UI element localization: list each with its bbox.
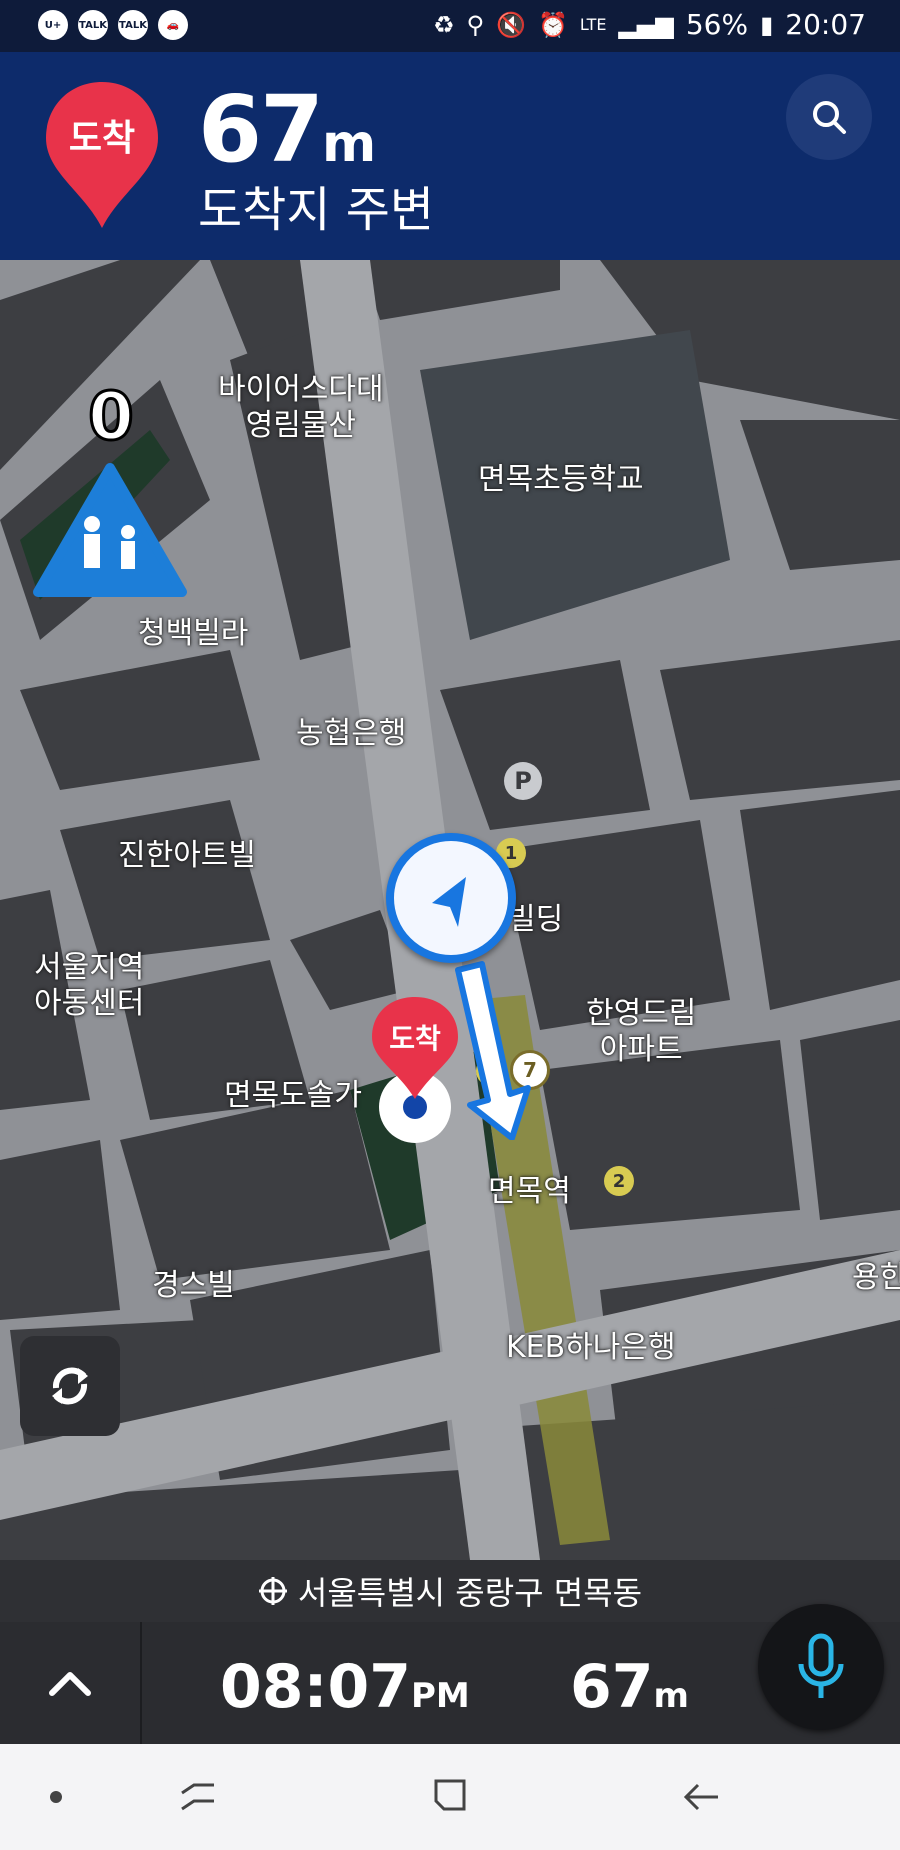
poi-label: 용한 — [852, 1260, 900, 1295]
status-right: ♻ ⚲ 🔇 ⏰ LTE ▂▄▆ 56% ▮ 20:07 — [433, 8, 866, 41]
navigation-arrow-icon — [432, 877, 466, 927]
school-zone-sign-icon — [33, 463, 187, 597]
mute-icon: 🔇 — [496, 10, 526, 39]
distance-value: 67 — [198, 76, 324, 183]
crosshair-icon — [258, 1577, 287, 1605]
eta-readout: 08:07PM — [220, 1652, 470, 1722]
remaining-value: 67 — [570, 1652, 654, 1722]
current-location-marker — [386, 833, 516, 963]
poi-label: KEB하나은행 — [506, 1330, 676, 1365]
remaining-unit: m — [653, 1676, 689, 1716]
eta-time: 08:07 — [220, 1652, 411, 1722]
poi-label: 한영드림 아파트 — [586, 996, 697, 1067]
subway-exit-badge: 2 — [604, 1166, 634, 1196]
map-view[interactable]: 0 바이어스다대 영림물산 면목초등학교 청백빌라 농협은행 진한아트빌 빌딩 서… — [0, 260, 900, 1560]
location-icon: ⚲ — [466, 10, 485, 39]
poi-label: 경스빌 — [152, 1268, 235, 1303]
poi-label: 서울지역 아동센터 — [34, 950, 145, 1021]
system-navigation-bar — [0, 1744, 900, 1850]
microphone-icon — [798, 1633, 844, 1698]
poi-label: 빌딩 — [508, 902, 564, 937]
u-plus-icon: U+ — [38, 10, 68, 40]
poi-label: 면목초등학교 — [478, 462, 644, 497]
battery-percent: 56% — [685, 8, 749, 41]
network-label: LTE — [579, 15, 607, 34]
current-address: 서울특별시 중랑구 면목동 — [297, 1574, 643, 1612]
destination-marker: 도착 — [370, 995, 460, 1145]
car-icon: 🚗 — [158, 10, 188, 40]
chevron-up-icon — [49, 1672, 91, 1696]
battery-icon: ▮ — [760, 10, 774, 39]
guidance-subtitle: 도착지 주변 — [198, 182, 435, 238]
poi-label: 진한아트빌 — [118, 838, 256, 873]
reroute-button[interactable] — [20, 1336, 120, 1436]
recent-apps-button[interactable] — [168, 1772, 228, 1822]
current-address-bar: 서울특별시 중랑구 면목동 — [0, 1560, 900, 1622]
expand-panel-button[interactable] — [0, 1622, 142, 1744]
alarm-icon: ⏰ — [537, 10, 568, 39]
search-button[interactable] — [786, 74, 872, 160]
poi-label: 청백빌라 — [138, 616, 249, 651]
dot-icon — [26, 1772, 86, 1822]
voice-search-button[interactable] — [758, 1604, 884, 1730]
refresh-icon — [52, 1367, 88, 1405]
home-button[interactable] — [420, 1772, 480, 1822]
destination-badge-label: 도착 — [69, 118, 135, 159]
guidance-header: 도착 67m 도착지 주변 — [0, 52, 900, 260]
recycle-icon: ♻ — [433, 10, 455, 39]
back-arrow-icon — [683, 1783, 718, 1811]
distance-unit: m — [322, 114, 376, 174]
destination-marker-label: 도착 — [389, 1022, 441, 1055]
remaining-distance: 67m — [570, 1652, 689, 1722]
home-icon — [434, 1779, 466, 1811]
poi-label: 바이어스다대 영림물산 — [218, 372, 384, 443]
distance-readout: 67m — [198, 76, 376, 183]
speed-limit-value: 0 — [87, 377, 136, 457]
kakaotalk-icon: TALK — [118, 10, 148, 40]
kakaotalk-icon: TALK — [78, 10, 108, 40]
poi-label: 면목역 — [488, 1174, 571, 1209]
destination-pin-icon: 도착 — [46, 82, 158, 228]
poi-label: 농협은행 — [296, 716, 407, 751]
back-button[interactable] — [672, 1772, 732, 1822]
recent-apps-icon — [181, 1783, 214, 1811]
status-bar: U+ TALK TALK 🚗 ♻ ⚲ 🔇 ⏰ LTE ▂▄▆ 56% ▮ 20:… — [0, 0, 900, 52]
parking-icon: P — [504, 762, 542, 800]
status-left-icons: U+ TALK TALK 🚗 — [38, 10, 188, 40]
signal-icon: ▂▄▆ — [618, 10, 674, 39]
eta-ampm: PM — [411, 1676, 470, 1716]
poi-label: 면목도솔가 — [224, 1078, 362, 1113]
search-icon — [813, 101, 846, 134]
clock: 20:07 — [785, 8, 866, 41]
